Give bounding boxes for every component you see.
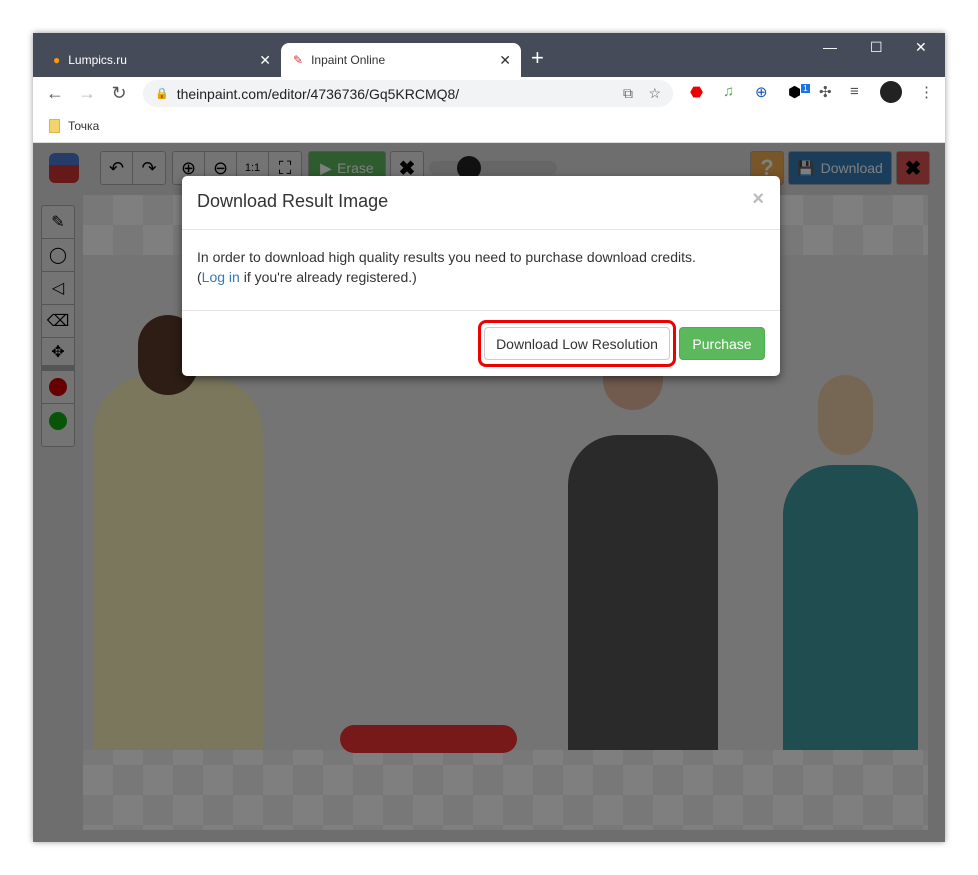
globe-icon[interactable]: ⊕: [755, 83, 768, 101]
close-tab-icon[interactable]: ✕: [499, 52, 511, 69]
modal-title: Download Result Image: [197, 191, 389, 211]
bookmarks-bar: Точка: [33, 110, 945, 143]
tab-inpaint[interactable]: ✎ Inpaint Online ✕: [281, 43, 521, 77]
close-icon[interactable]: ×: [752, 188, 764, 211]
avatar[interactable]: [880, 81, 902, 103]
modal-message-rest: if you're already registered.): [239, 269, 417, 285]
inpaint-favicon-icon: ✎: [293, 53, 304, 67]
modal-body: In order to download high quality result…: [182, 230, 780, 311]
reload-icon[interactable]: ↻: [103, 83, 135, 104]
close-window-button[interactable]: ✕: [915, 39, 927, 56]
puzzle-icon[interactable]: ✣: [819, 83, 832, 101]
back-icon[interactable]: ←: [39, 83, 71, 104]
download-low-resolution-button[interactable]: Download Low Resolution: [484, 327, 670, 360]
login-link[interactable]: Log in: [202, 269, 240, 285]
orange-favicon-icon: ●: [53, 53, 61, 67]
lock-icon: 🔒: [155, 88, 169, 100]
url-input[interactable]: 🔒 theinpaint.com/editor/4736736/Gq5KRCMQ8…: [143, 80, 673, 107]
modal-footer: Download Low Resolution Purchase: [182, 311, 780, 375]
close-tab-icon[interactable]: ✕: [259, 52, 271, 69]
download-modal: Download Result Image × In order to downl…: [182, 176, 780, 376]
minimize-button[interactable]: —: [823, 39, 837, 55]
new-tab-button[interactable]: +: [531, 45, 544, 71]
menu-icon[interactable]: ⋮: [919, 83, 934, 101]
browser-window: ● Lumpics.ru ✕ ✎ Inpaint Online ✕ + — ☐ ✕ ← …: [33, 33, 945, 842]
adblock-icon[interactable]: ⬣: [690, 83, 703, 101]
star-icon[interactable]: ☆: [648, 85, 661, 102]
media-icon[interactable]: ≡: [850, 83, 859, 100]
maximize-button[interactable]: ☐: [870, 39, 883, 56]
address-bar: ← → ↻ 🔒 theinpaint.com/editor/4736736/Gq5…: [33, 77, 945, 110]
forward-icon[interactable]: →: [71, 83, 103, 104]
folder-icon: [49, 119, 60, 133]
bookmark-tochka[interactable]: Точка: [68, 119, 99, 133]
music-icon[interactable]: ♫: [723, 83, 734, 100]
translate-icon[interactable]: ⧉: [623, 85, 633, 102]
modal-message: In order to download high quality result…: [197, 249, 696, 265]
tab-lumpics[interactable]: ● Lumpics.ru ✕: [41, 43, 281, 77]
purchase-button[interactable]: Purchase: [679, 327, 765, 360]
extension-box-icon[interactable]: ⬢ 1: [788, 83, 810, 101]
editor-page: ↶↷ ⊕⊖1:1⛶ ▶Erase ✖ ? 💾Download ✖ ✎ ◯ ◁ ⌫…: [33, 143, 945, 842]
